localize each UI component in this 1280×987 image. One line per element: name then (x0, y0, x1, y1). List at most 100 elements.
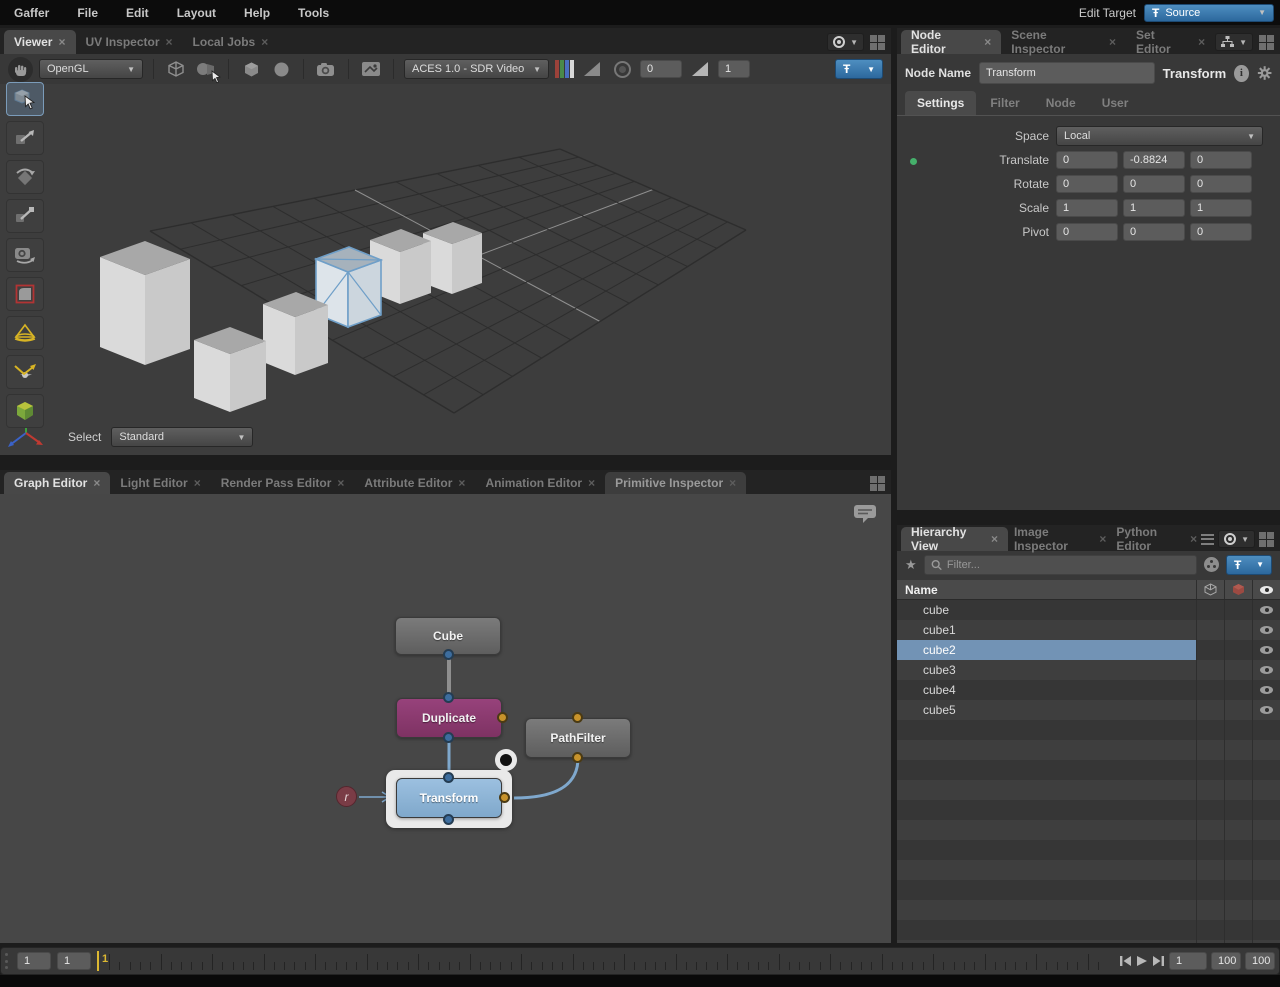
hierarchy-row-cube4[interactable]: cube4 (897, 680, 1280, 700)
layout-grid-icon[interactable] (1259, 532, 1274, 547)
port-duplicate-in[interactable] (443, 692, 454, 703)
port-duplicate-filter[interactable] (497, 712, 508, 723)
menu-edit[interactable]: Edit (112, 6, 163, 20)
row-inclusion-cell[interactable] (1196, 680, 1224, 700)
port-duplicate-out[interactable] (443, 732, 454, 743)
tab-viewer[interactable]: Viewer× (4, 30, 76, 54)
menu-file[interactable]: File (63, 6, 112, 20)
current-frame-field[interactable]: 1 (17, 952, 51, 970)
row-exclusion-cell[interactable] (1224, 620, 1252, 640)
viewer-pin-dropdown[interactable]: Ŧ ▼ (835, 59, 883, 79)
playhead[interactable] (97, 951, 99, 971)
hierarchy-row-cube2-selected[interactable]: cube2 (897, 640, 1280, 660)
hierarchy-target-menu[interactable]: ▼ (1218, 530, 1255, 548)
select-tool-button[interactable] (6, 82, 44, 116)
close-icon[interactable]: × (1099, 532, 1106, 546)
node-graph-canvas[interactable]: Cube Duplicate PathFilter Transform r (0, 494, 891, 943)
layout-grid-icon[interactable] (870, 476, 885, 491)
layout-grid-icon[interactable] (870, 35, 885, 50)
info-icon[interactable]: i (1234, 65, 1248, 82)
camera-icon[interactable] (314, 57, 338, 81)
menu-icon[interactable] (1201, 534, 1214, 545)
subtab-settings[interactable]: Settings (905, 91, 976, 115)
menu-gaffer[interactable]: Gaffer (0, 6, 63, 20)
space-dropdown[interactable]: Local ▼ (1056, 126, 1263, 146)
tab-set-editor[interactable]: Set Editor× (1126, 30, 1215, 54)
skip-to-start-button[interactable] (1119, 955, 1132, 967)
viewer-target-menu[interactable]: ▼ (827, 33, 864, 51)
row-inclusion-cell[interactable] (1196, 660, 1224, 680)
close-icon[interactable]: × (458, 476, 465, 490)
exposure-triangle-icon[interactable] (580, 57, 604, 81)
playback-end-field[interactable]: 100 (1245, 952, 1275, 970)
close-icon[interactable]: × (1109, 35, 1116, 49)
close-icon[interactable]: × (1198, 35, 1205, 49)
port-transform-in[interactable] (443, 772, 454, 783)
light-position-tool-button[interactable] (6, 355, 44, 389)
rotate-tool-button[interactable] (6, 160, 44, 194)
row-exclusion-cell[interactable] (1224, 640, 1252, 660)
sphere-icon[interactable] (269, 57, 293, 81)
scale-tool-button[interactable] (6, 199, 44, 233)
rotate-y-field[interactable]: 0 (1123, 175, 1185, 193)
hierarchy-pin-dropdown[interactable]: Ŧ ▼ (1226, 555, 1272, 575)
close-icon[interactable]: × (194, 476, 201, 490)
close-icon[interactable]: × (984, 35, 991, 49)
hierarchy-row-cube[interactable]: cube (897, 600, 1280, 620)
scale-x-field[interactable]: 1 (1056, 199, 1118, 217)
close-icon[interactable]: × (588, 476, 595, 490)
tab-render-pass-editor[interactable]: Render Pass Editor× (211, 472, 355, 494)
drag-handle[interactable] (5, 953, 11, 969)
menu-layout[interactable]: Layout (163, 6, 230, 20)
node-editor-follow-menu[interactable]: ▼ (1215, 33, 1253, 51)
close-icon[interactable]: × (58, 35, 65, 49)
exposure-field[interactable]: 0 (640, 60, 682, 78)
hierarchy-row-cube5[interactable]: cube5 (897, 700, 1280, 720)
select-mode-dropdown[interactable]: Standard ▼ (111, 427, 253, 447)
menu-tools[interactable]: Tools (284, 6, 343, 20)
subtab-node[interactable]: Node (1034, 91, 1088, 115)
filter-search-box[interactable] (924, 555, 1197, 575)
viewport-3d[interactable]: Select Standard ▼ (0, 84, 891, 455)
star-icon[interactable]: ★ (905, 557, 917, 573)
tab-attribute-editor[interactable]: Attribute Editor× (354, 472, 475, 494)
aperture-icon[interactable] (610, 57, 634, 81)
channel-bars-icon[interactable] (555, 60, 574, 78)
close-icon[interactable]: × (261, 35, 268, 49)
tab-image-inspector[interactable]: Image Inspector× (1008, 527, 1112, 551)
node-name-input[interactable]: Transform (979, 62, 1155, 84)
close-icon[interactable]: × (93, 476, 100, 490)
close-icon[interactable]: × (729, 476, 736, 490)
port-transform-out[interactable] (443, 814, 454, 825)
gamma-field[interactable]: 1 (718, 60, 750, 78)
row-inclusion-cell[interactable] (1196, 640, 1224, 660)
layout-grid-icon[interactable] (1259, 35, 1274, 50)
rotate-z-field[interactable]: 0 (1190, 175, 1252, 193)
light-tool-button[interactable] (6, 316, 44, 350)
scene-view-tool-button[interactable] (6, 394, 44, 428)
row-exclusion-cell[interactable] (1224, 700, 1252, 720)
node-transform[interactable]: Transform (396, 778, 502, 818)
pivot-y-field[interactable]: 0 (1123, 223, 1185, 241)
pan-hand-icon[interactable] (8, 57, 33, 82)
camera-tool-button[interactable] (6, 238, 44, 272)
focus-ring-icon[interactable] (500, 754, 512, 766)
end-frame-field[interactable]: 100 (1211, 952, 1241, 970)
subtab-user[interactable]: User (1090, 91, 1141, 115)
edit-target-dropdown[interactable]: Ŧ Source ▼ (1144, 4, 1274, 22)
wireframe-cube-icon[interactable] (164, 57, 188, 81)
shaded-preview-icon[interactable] (194, 57, 218, 81)
port-cube-out[interactable] (443, 649, 454, 660)
row-visibility-cell[interactable] (1252, 700, 1280, 720)
filter-input[interactable] (947, 559, 1190, 571)
inclusions-column-header[interactable] (1196, 580, 1224, 599)
tab-light-editor[interactable]: Light Editor× (110, 472, 210, 494)
row-exclusion-cell[interactable] (1224, 680, 1252, 700)
tab-python-editor[interactable]: Python Editor× (1112, 527, 1201, 551)
tab-primitive-inspector[interactable]: Primitive Inspector× (605, 472, 746, 494)
port-pathfilter-in[interactable] (572, 712, 583, 723)
hierarchy-row-cube1[interactable]: cube1 (897, 620, 1280, 640)
renderer-dropdown[interactable]: OpenGL ▼ (39, 59, 143, 79)
tab-scene-inspector[interactable]: Scene Inspector× (1001, 30, 1126, 54)
play-button[interactable] (1136, 955, 1148, 967)
